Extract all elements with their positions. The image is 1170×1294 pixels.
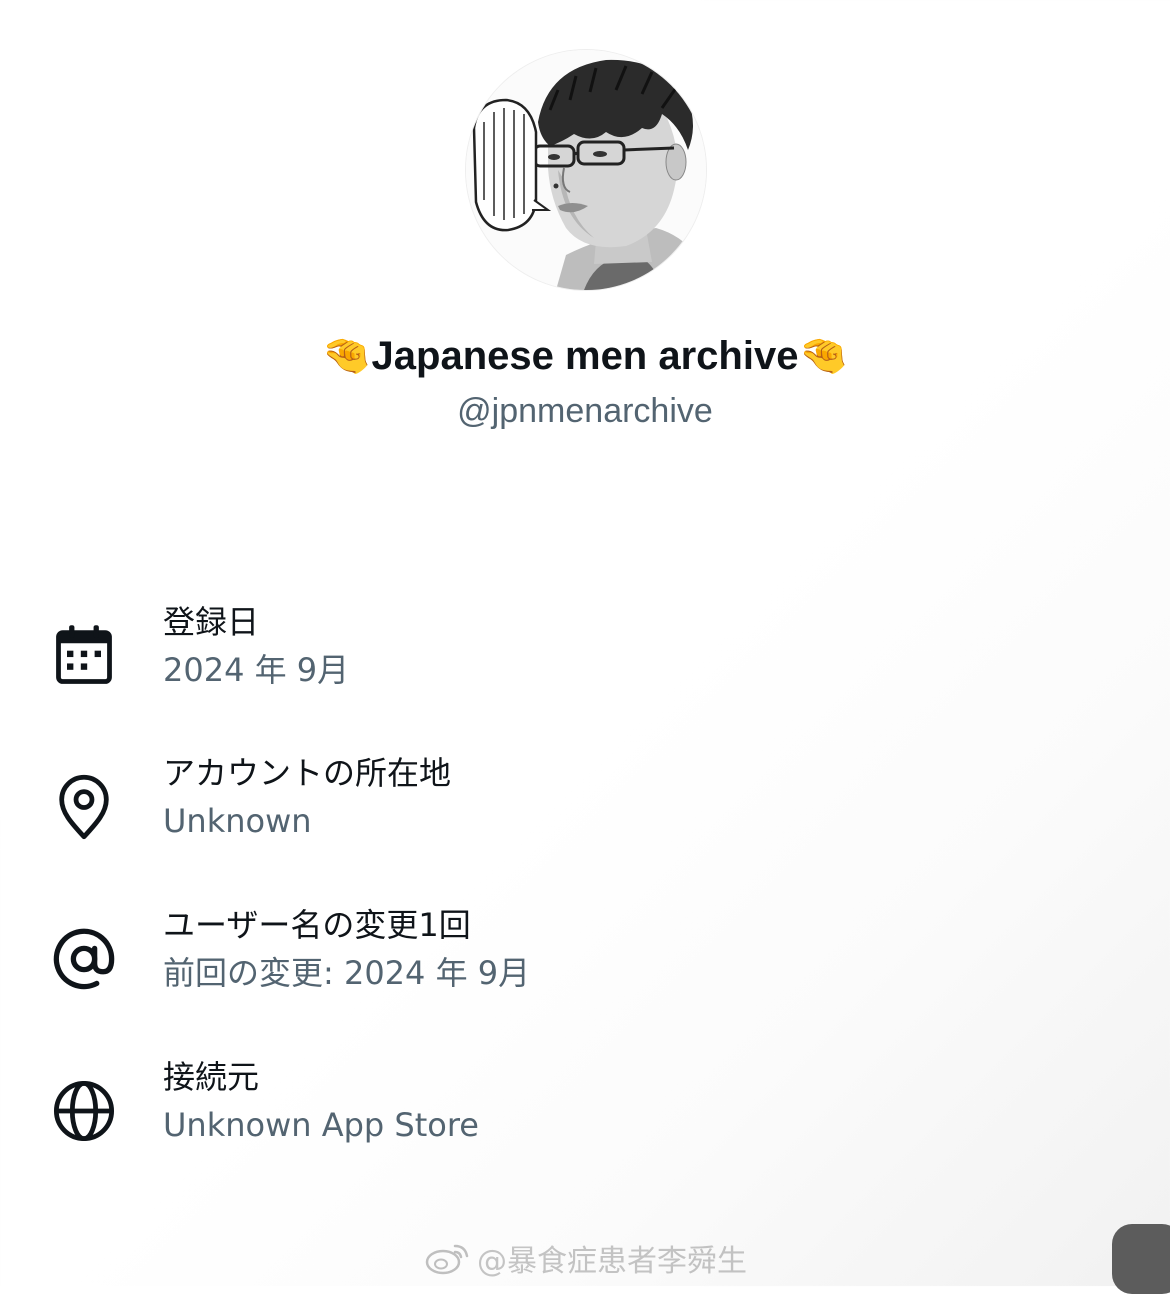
username-changes-label: ユーザー名の変更1回 [163,906,471,944]
info-row-username-changes: ユーザー名の変更1回 前回の変更: 2024 年 9月 [0,903,1170,1003]
info-row-joined: 登録日 2024 年 9月 [0,600,1170,700]
avatar[interactable] [466,50,706,290]
connected-via-value: Unknown App Store [163,1106,479,1144]
watermark: @暴食症患者李舜生 [425,1236,747,1280]
username-handle[interactable]: @jpnmenarchive [0,390,1170,432]
calendar-icon [56,625,112,684]
info-row-location: アカウントの所在地 Unknown [0,751,1170,851]
username-changes-value: 前回の変更: 2024 年 9月 [163,954,531,992]
floating-corner-button[interactable] [1112,1224,1170,1294]
connected-via-label: 接続元 [163,1058,260,1096]
avatar-illustration [466,50,706,290]
display-name: 🤏Japanese men archive🤏 [321,334,849,378]
weibo-icon [425,1244,469,1275]
joined-label: 登録日 [163,603,260,641]
joined-value: 2024 年 9月 [163,651,350,689]
globe-icon [53,1080,115,1142]
watermark-text: @暴食症患者李舜生 [477,1244,747,1279]
at-sign-icon [53,928,115,990]
info-row-connected-via: 接続元 Unknown App Store [0,1055,1170,1155]
location-value: Unknown [163,802,312,840]
location-pin-icon [59,774,109,840]
location-label: アカウントの所在地 [163,754,452,792]
